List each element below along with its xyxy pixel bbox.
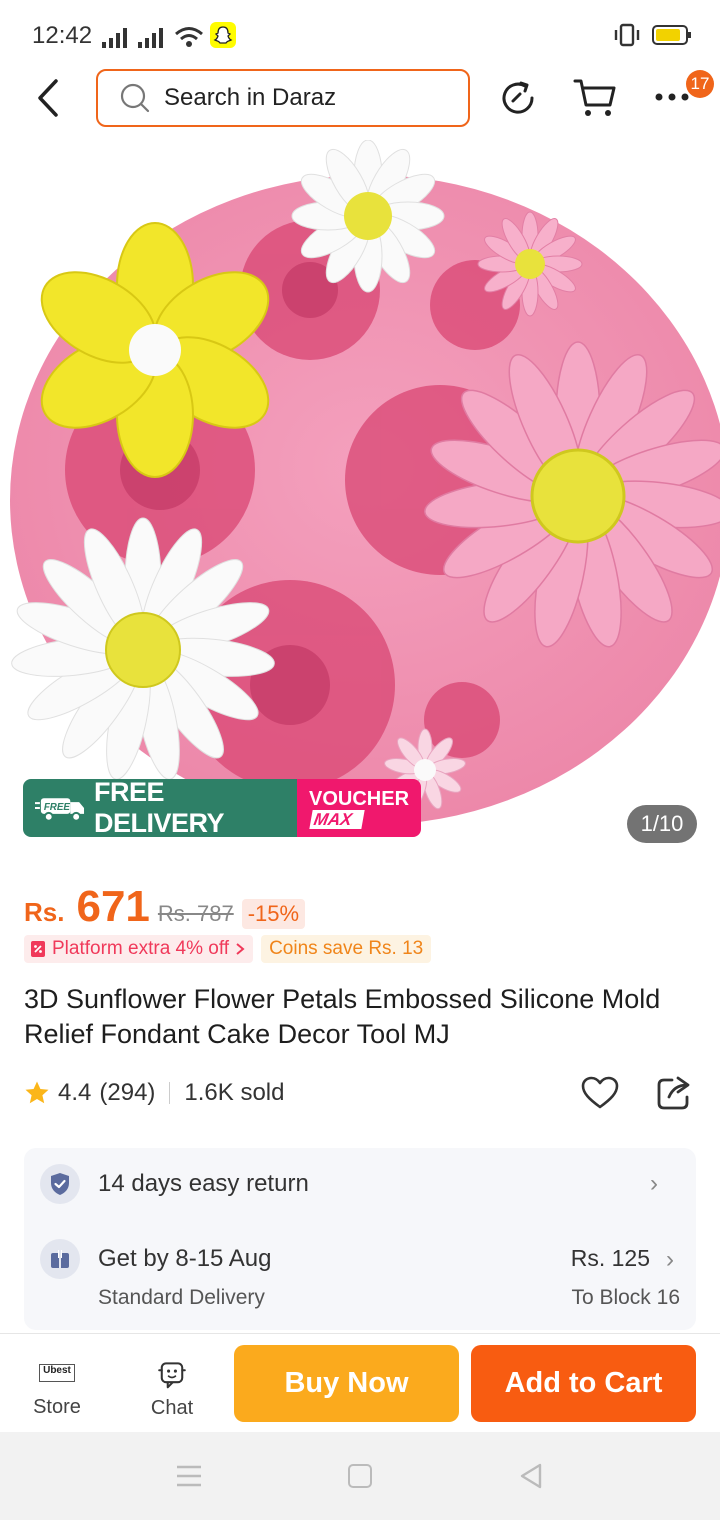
home-button[interactable] xyxy=(348,1464,372,1488)
history-icon xyxy=(502,81,534,114)
coins-text: Coins save Rs. 13 xyxy=(269,938,424,959)
bottom-action-bar: Ubest Store Chat Buy Now Add to Cart xyxy=(0,1333,720,1431)
price-original: Rs. 787 xyxy=(157,901,234,926)
chat-button[interactable]: Chat xyxy=(142,1360,202,1420)
signal-icon xyxy=(102,28,127,48)
vibrate-icon xyxy=(614,23,640,47)
share-button[interactable] xyxy=(654,1073,694,1113)
cart-icon xyxy=(573,79,616,116)
buy-now-button[interactable]: Buy Now xyxy=(234,1345,459,1422)
chevron-right-icon: › xyxy=(650,1170,658,1197)
star-icon xyxy=(25,1081,49,1104)
store-logo: Ubest xyxy=(39,1364,75,1382)
free-delivery-banner: FREE FREE DELIVERY VOUCHER MAX xyxy=(23,779,421,837)
product-title: 3D Sunflower Flower Petals Embossed Sili… xyxy=(24,984,661,1049)
divider xyxy=(169,1082,171,1104)
product-image[interactable] xyxy=(0,140,720,860)
product-photo xyxy=(10,140,720,825)
store-button[interactable]: Ubest Store xyxy=(24,1364,90,1424)
status-right-icons xyxy=(612,22,692,48)
signal-icons xyxy=(102,22,236,48)
platform-discount-text: Platform extra 4% off xyxy=(52,938,230,959)
notification-badge: 17 xyxy=(686,70,714,98)
heart-icon xyxy=(581,1076,619,1109)
sold-count: 1.6K sold xyxy=(184,1079,285,1106)
status-time: 12:42 xyxy=(32,22,93,49)
signal-icon-2 xyxy=(138,28,163,48)
rating-row[interactable]: 4.4 (294) 1.6K sold xyxy=(24,1077,284,1109)
image-page-indicator: 1/10 xyxy=(627,805,697,843)
history-button[interactable] xyxy=(496,76,540,120)
shield-icon xyxy=(40,1164,80,1204)
status-bar: 12:42 xyxy=(0,0,720,70)
discount-badge: -15% xyxy=(241,899,306,929)
back-button[interactable] xyxy=(28,76,68,120)
store-label: Store xyxy=(33,1396,81,1418)
top-bar: Search in Daraz 17 xyxy=(0,66,720,130)
return-policy-text: 14 days easy return xyxy=(98,1170,309,1197)
search-placeholder: Search in Daraz xyxy=(164,84,337,111)
voucher-icon xyxy=(31,941,45,957)
price-currency: Rs. xyxy=(24,897,65,927)
chevron-right-icon xyxy=(236,943,245,955)
rating-value: 4.4 xyxy=(58,1079,92,1106)
promo-row: Platform extra 4% off Coins save Rs. 13 xyxy=(24,935,432,963)
search-icon xyxy=(120,83,150,113)
delivery-truck-icon: FREE xyxy=(35,798,85,822)
package-icon xyxy=(40,1239,80,1279)
voucher-max-text: MAX xyxy=(309,809,365,829)
free-label: FREE xyxy=(44,802,71,813)
chevron-right-icon: › xyxy=(666,1246,674,1273)
return-policy-row[interactable]: 14 days easy return › xyxy=(40,1164,680,1204)
price-row: Rs. 671 Rs. 787 -15% xyxy=(24,882,306,932)
delivery-date-text: Get by 8-15 Aug xyxy=(98,1245,272,1272)
delivery-type-text: Standard Delivery xyxy=(98,1286,265,1309)
delivery-price: Rs. 125 xyxy=(570,1245,650,1271)
cart-button[interactable] xyxy=(572,76,618,120)
chat-icon xyxy=(158,1362,186,1389)
delivery-location: To Block 16 xyxy=(571,1286,680,1309)
recent-apps-icon[interactable] xyxy=(176,1464,202,1488)
free-delivery-text: FREE DELIVERY xyxy=(93,779,225,837)
snapchat-icon xyxy=(210,22,236,48)
wishlist-button[interactable] xyxy=(580,1073,620,1113)
platform-discount-tag[interactable]: Platform extra 4% off xyxy=(24,935,254,963)
search-input[interactable]: Search in Daraz xyxy=(96,69,470,127)
system-back-icon[interactable] xyxy=(518,1462,544,1490)
add-to-cart-button[interactable]: Add to Cart xyxy=(471,1345,696,1422)
voucher-max-badge: VOUCHER MAX xyxy=(297,779,421,837)
share-icon xyxy=(657,1076,690,1110)
price-current: 671 xyxy=(76,882,150,931)
wifi-icon xyxy=(175,27,203,47)
chat-label: Chat xyxy=(150,1397,194,1419)
battery-icon xyxy=(652,25,691,45)
delivery-info-card: 14 days easy return › Get by 8-15 Aug St… xyxy=(24,1148,696,1330)
back-arrow-icon xyxy=(38,79,58,117)
review-count: (294) xyxy=(99,1079,156,1106)
coins-tag: Coins save Rs. 13 xyxy=(261,935,432,963)
more-dots-icon xyxy=(655,93,689,101)
free-delivery-badge: FREE FREE DELIVERY xyxy=(23,779,297,837)
system-nav-bar xyxy=(0,1432,720,1520)
voucher-text: VOUCHER xyxy=(309,787,410,810)
